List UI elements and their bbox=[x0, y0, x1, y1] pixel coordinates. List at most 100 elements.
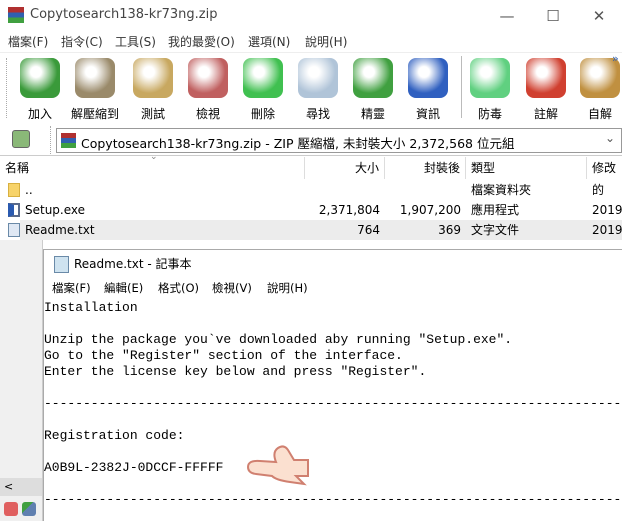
title-bar: Copytosearch138-kr73ng.zip — ☐ ✕ bbox=[0, 0, 622, 32]
text-line: Go to the "Register" section of the inte… bbox=[44, 348, 403, 363]
test-icon bbox=[133, 58, 173, 98]
toolbar-button-view[interactable]: 檢視 bbox=[181, 54, 235, 122]
toolbar-button-info[interactable]: 資訊 bbox=[401, 54, 455, 122]
text-line: A0B9L-2382J-0DCCF-FFFFF bbox=[44, 460, 224, 475]
toolbar-grip[interactable] bbox=[6, 58, 7, 118]
file-type: 應用程式 bbox=[471, 203, 520, 217]
notepad-text-area[interactable]: Installation Unzip the package you`ve dow… bbox=[44, 298, 622, 522]
menu-options[interactable]: 選項(N) bbox=[248, 33, 290, 50]
address-bar[interactable]: Copytosearch138-kr73ng.zip - ZIP 壓縮檔, 未封… bbox=[56, 128, 622, 153]
text-line bbox=[44, 444, 622, 460]
column-header-size[interactable]: 大小 bbox=[305, 157, 385, 179]
toolbar-button-comment[interactable]: 註解 bbox=[519, 54, 573, 122]
toolbar-more-button[interactable]: » bbox=[612, 52, 619, 65]
menu-help[interactable]: 說明(H) bbox=[305, 33, 347, 50]
maximize-button[interactable]: ☐ bbox=[530, 4, 576, 28]
toolbar-button-label: 檢視 bbox=[195, 107, 220, 121]
text-line bbox=[44, 316, 622, 332]
text-line bbox=[44, 476, 622, 492]
toolbar-button-label: 防毒 bbox=[477, 107, 502, 121]
notepad-icon bbox=[54, 256, 69, 273]
text-line bbox=[44, 412, 622, 428]
comment-icon bbox=[526, 58, 566, 98]
column-header-modified[interactable]: 修改的 bbox=[587, 157, 622, 197]
up-folder-icon[interactable] bbox=[12, 130, 30, 148]
exe-icon bbox=[8, 203, 20, 217]
file-row[interactable]: Setup.exe 2,371,804 1,907,200 應用程式 2019/ bbox=[0, 200, 622, 220]
toolbar-button-label: 測試 bbox=[140, 107, 165, 121]
text-line: Unzip the package you`ve downloaded aby … bbox=[44, 332, 513, 347]
toolbar-button-wizard[interactable]: 精靈 bbox=[346, 54, 400, 122]
toolbar-separator bbox=[461, 56, 462, 118]
file-type: 文字文件 bbox=[466, 220, 587, 240]
window-title: Copytosearch138-kr73ng.zip bbox=[30, 7, 218, 22]
file-packed: 369 bbox=[385, 220, 466, 240]
wizard-icon bbox=[353, 58, 393, 98]
file-type: 檔案資料夾 bbox=[471, 183, 532, 197]
delete-icon bbox=[243, 58, 283, 98]
toolbar-button-label: 自解 bbox=[587, 107, 612, 121]
file-modified: 2019/ bbox=[587, 220, 622, 240]
toolbar-button-label: 精靈 bbox=[360, 107, 385, 121]
text-line: Registration code: bbox=[44, 428, 185, 443]
toolbar-button-add[interactable]: 加入 bbox=[13, 54, 67, 122]
file-size: 764 bbox=[305, 220, 385, 240]
toolbar-button-label: 解壓縮到 bbox=[70, 107, 119, 121]
find-icon bbox=[298, 58, 338, 98]
column-header-type[interactable]: 類型 bbox=[466, 157, 587, 179]
menu-favorites[interactable]: 我的最愛(O) bbox=[168, 33, 235, 50]
folder-icon bbox=[8, 183, 20, 197]
toolbar-button-test[interactable]: 測試 bbox=[126, 54, 180, 122]
file-name: Setup.exe bbox=[25, 203, 86, 217]
address-text: Copytosearch138-kr73ng.zip - ZIP 壓縮檔, 未封… bbox=[81, 136, 515, 151]
text-file-icon bbox=[8, 223, 20, 237]
extract-icon bbox=[75, 58, 115, 98]
column-header-name[interactable]: 名稱 bbox=[0, 157, 305, 179]
toolbar-button-virus-scan[interactable]: 防毒 bbox=[463, 54, 517, 122]
file-row[interactable]: .. 檔案資料夾 bbox=[0, 180, 622, 200]
menu-commands[interactable]: 指令(C) bbox=[61, 33, 103, 50]
menu-file[interactable]: 檔案(F) bbox=[8, 33, 48, 50]
toolbar-button-delete[interactable]: 刪除 bbox=[236, 54, 290, 122]
file-row[interactable]: Readme.txt 764 369 文字文件 2019/ bbox=[0, 220, 622, 240]
column-header-packed[interactable]: 封裝後 bbox=[385, 157, 466, 179]
notepad-menu-edit[interactable]: 編輯(E) bbox=[104, 280, 143, 296]
address-dropdown-icon[interactable]: ⌄ bbox=[605, 131, 615, 145]
close-button[interactable]: ✕ bbox=[576, 4, 622, 28]
toolbar-button-label: 尋找 bbox=[305, 107, 330, 121]
info-icon bbox=[408, 58, 448, 98]
zip-archive-icon bbox=[61, 133, 76, 148]
tree-pane: < bbox=[0, 240, 43, 521]
notepad-menu-help[interactable]: 說明(H) bbox=[267, 280, 308, 296]
toolbar-button-extract[interactable]: 解壓縮到 bbox=[68, 54, 122, 122]
toolbar-button-label: 資訊 bbox=[415, 107, 440, 121]
text-line: Installation bbox=[44, 300, 138, 315]
file-packed: 1,907,200 bbox=[399, 203, 461, 217]
repair-tools-icon bbox=[22, 502, 36, 516]
toolbar-button-label: 刪除 bbox=[250, 107, 275, 121]
winrar-logo-icon bbox=[8, 7, 24, 23]
notepad-menu-file[interactable]: 檔案(F) bbox=[52, 280, 91, 296]
file-size: 2,371,804 bbox=[318, 203, 380, 217]
file-name: .. bbox=[25, 183, 33, 197]
text-line: ----------------------------------------… bbox=[44, 396, 622, 411]
file-name: Readme.txt bbox=[20, 220, 305, 240]
text-line bbox=[44, 380, 622, 396]
archive-status-icon bbox=[4, 502, 18, 516]
toolbar-button-find[interactable]: 尋找 bbox=[291, 54, 345, 122]
scroll-left-button[interactable]: < bbox=[0, 478, 42, 496]
pointing-hand-icon bbox=[246, 445, 309, 486]
notepad-menu-format[interactable]: 格式(O) bbox=[158, 280, 199, 296]
minimize-button[interactable]: — bbox=[484, 4, 530, 28]
toolbar-button-label: 註解 bbox=[533, 107, 558, 121]
view-icon bbox=[188, 58, 228, 98]
notepad-menu-view[interactable]: 檢視(V) bbox=[212, 280, 252, 296]
text-line: ----------------------------------------… bbox=[44, 492, 622, 507]
add-icon bbox=[20, 58, 60, 98]
menu-tools[interactable]: 工具(S) bbox=[115, 33, 156, 50]
virus-scan-icon bbox=[470, 58, 510, 98]
menu-bar: 檔案(F) 指令(C) 工具(S) 我的最愛(O) 選項(N) 說明(H) bbox=[0, 32, 622, 52]
toolbar-button-label: 加入 bbox=[27, 107, 52, 121]
address-grip bbox=[50, 126, 51, 154]
notepad-window: Readme.txt - 記事本 檔案(F) 編輯(E) 格式(O) 檢視(V)… bbox=[43, 249, 622, 521]
